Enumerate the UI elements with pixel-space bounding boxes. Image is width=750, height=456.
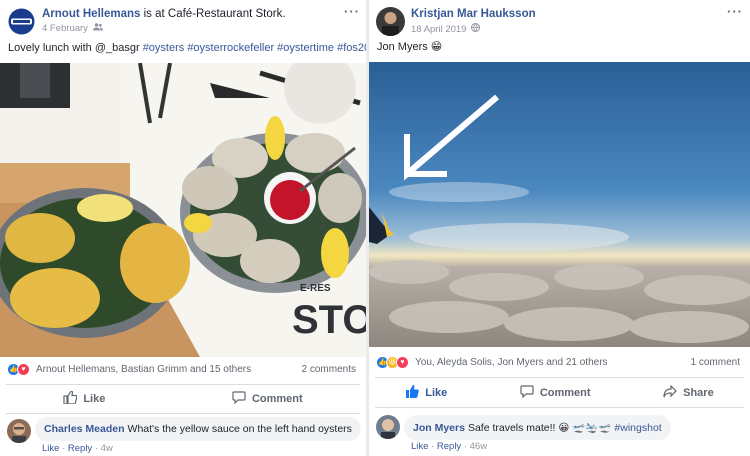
avatar[interactable] — [7, 7, 36, 36]
post-photo-oysters[interactable]: STO E-RES — [0, 63, 366, 357]
hashtags[interactable]: #oysters #oysterrockefeller #oystertime … — [143, 42, 366, 54]
post-date[interactable]: 4 February — [42, 23, 88, 34]
post-card-kristjan: Kristjan Mar Hauksson 18 April 2019 ··· … — [369, 0, 750, 456]
more-options-icon[interactable]: ··· — [344, 4, 360, 19]
post-date[interactable]: 18 April 2019 — [411, 24, 466, 35]
divider — [375, 377, 744, 378]
comment-bubble-icon — [520, 385, 534, 401]
love-reaction-icon: ♥ — [17, 362, 30, 376]
commenter-avatar[interactable] — [7, 419, 31, 443]
comment-time[interactable]: 4w — [101, 443, 113, 454]
divider — [375, 407, 744, 408]
post-actions: Like Comment — [0, 385, 366, 413]
comment-time[interactable]: 46w — [470, 441, 487, 452]
caption-emoji: 😁 — [430, 41, 443, 53]
post-header: Arnout Hellemans is at Café-Restaurant S… — [0, 0, 366, 36]
thumbs-up-icon — [405, 385, 420, 401]
comment-like-link[interactable]: Like — [42, 443, 59, 454]
comment-reply-link[interactable]: Reply — [68, 443, 92, 454]
post-author[interactable]: Kristjan Mar Hauksson — [411, 8, 536, 20]
like-button[interactable]: Like — [63, 390, 105, 407]
reaction-names[interactable]: You, Aleyda Solis, Jon Myers and 21 othe… — [415, 357, 691, 368]
comment-button[interactable]: Comment — [520, 385, 591, 401]
comment-bubble-icon — [232, 391, 246, 407]
comment-reply-link[interactable]: Reply — [437, 441, 461, 452]
photo-signage-small: E-RES — [300, 283, 331, 294]
comment-charles: Charles Meaden What's the yellow sauce on… — [0, 414, 366, 456]
like-button[interactable]: Like — [405, 385, 447, 401]
audience-friends-icon — [92, 23, 103, 34]
comment-author[interactable]: Charles Meaden — [44, 423, 125, 435]
post-author[interactable]: Arnout Hellemans — [42, 8, 140, 20]
post-card-arnout: Arnout Hellemans is at Café-Restaurant S… — [0, 0, 366, 456]
comment-text: What's the yellow sauce on the left hand… — [127, 423, 352, 435]
love-reaction-icon: ♥ — [396, 355, 409, 369]
post-caption: Lovely lunch with @_basgr #oysters #oyst… — [8, 42, 366, 54]
reactions-summary[interactable]: 👍 ♥ Arnout Hellemans, Bastian Grimm and … — [0, 358, 366, 380]
comment-text: Safe travels mate!! 😀 — [467, 422, 573, 434]
comments-count[interactable]: 1 comment — [691, 357, 740, 368]
share-arrow-icon — [663, 384, 677, 401]
more-options-icon[interactable]: ··· — [727, 4, 743, 19]
photo-signage: STO — [292, 298, 366, 342]
comment-like-link[interactable]: Like — [411, 441, 428, 452]
globe-icon — [471, 23, 481, 35]
comment-jon: Jon Myers Safe travels mate!! 😀 🛫🛬🛫 #wing… — [369, 410, 750, 456]
comment-hashtag[interactable]: #wingshot — [614, 422, 661, 434]
comment-author[interactable]: Jon Myers — [413, 422, 465, 434]
thumbs-up-icon — [63, 390, 78, 407]
comment-emojis: 🛫🛬🛫 — [572, 422, 612, 434]
reaction-names[interactable]: Arnout Hellemans, Bastian Grimm and 15 o… — [36, 364, 302, 375]
post-context: is at Café-Restaurant Stork. — [143, 8, 286, 20]
comments-count[interactable]: 2 comments — [302, 364, 356, 375]
post-header: Kristjan Mar Hauksson 18 April 2019 ··· — [369, 0, 750, 36]
commenter-avatar[interactable] — [376, 415, 400, 439]
avatar[interactable] — [376, 7, 405, 36]
post-caption: Jon Myers 😁 — [377, 41, 443, 53]
share-button[interactable]: Share — [663, 384, 714, 401]
post-actions: Like Comment Share — [369, 379, 750, 407]
reactions-summary[interactable]: 👍 😆 ♥ You, Aleyda Solis, Jon Myers and 2… — [369, 351, 750, 373]
comment-button[interactable]: Comment — [232, 391, 303, 407]
post-photo-wingshot[interactable] — [369, 62, 750, 347]
